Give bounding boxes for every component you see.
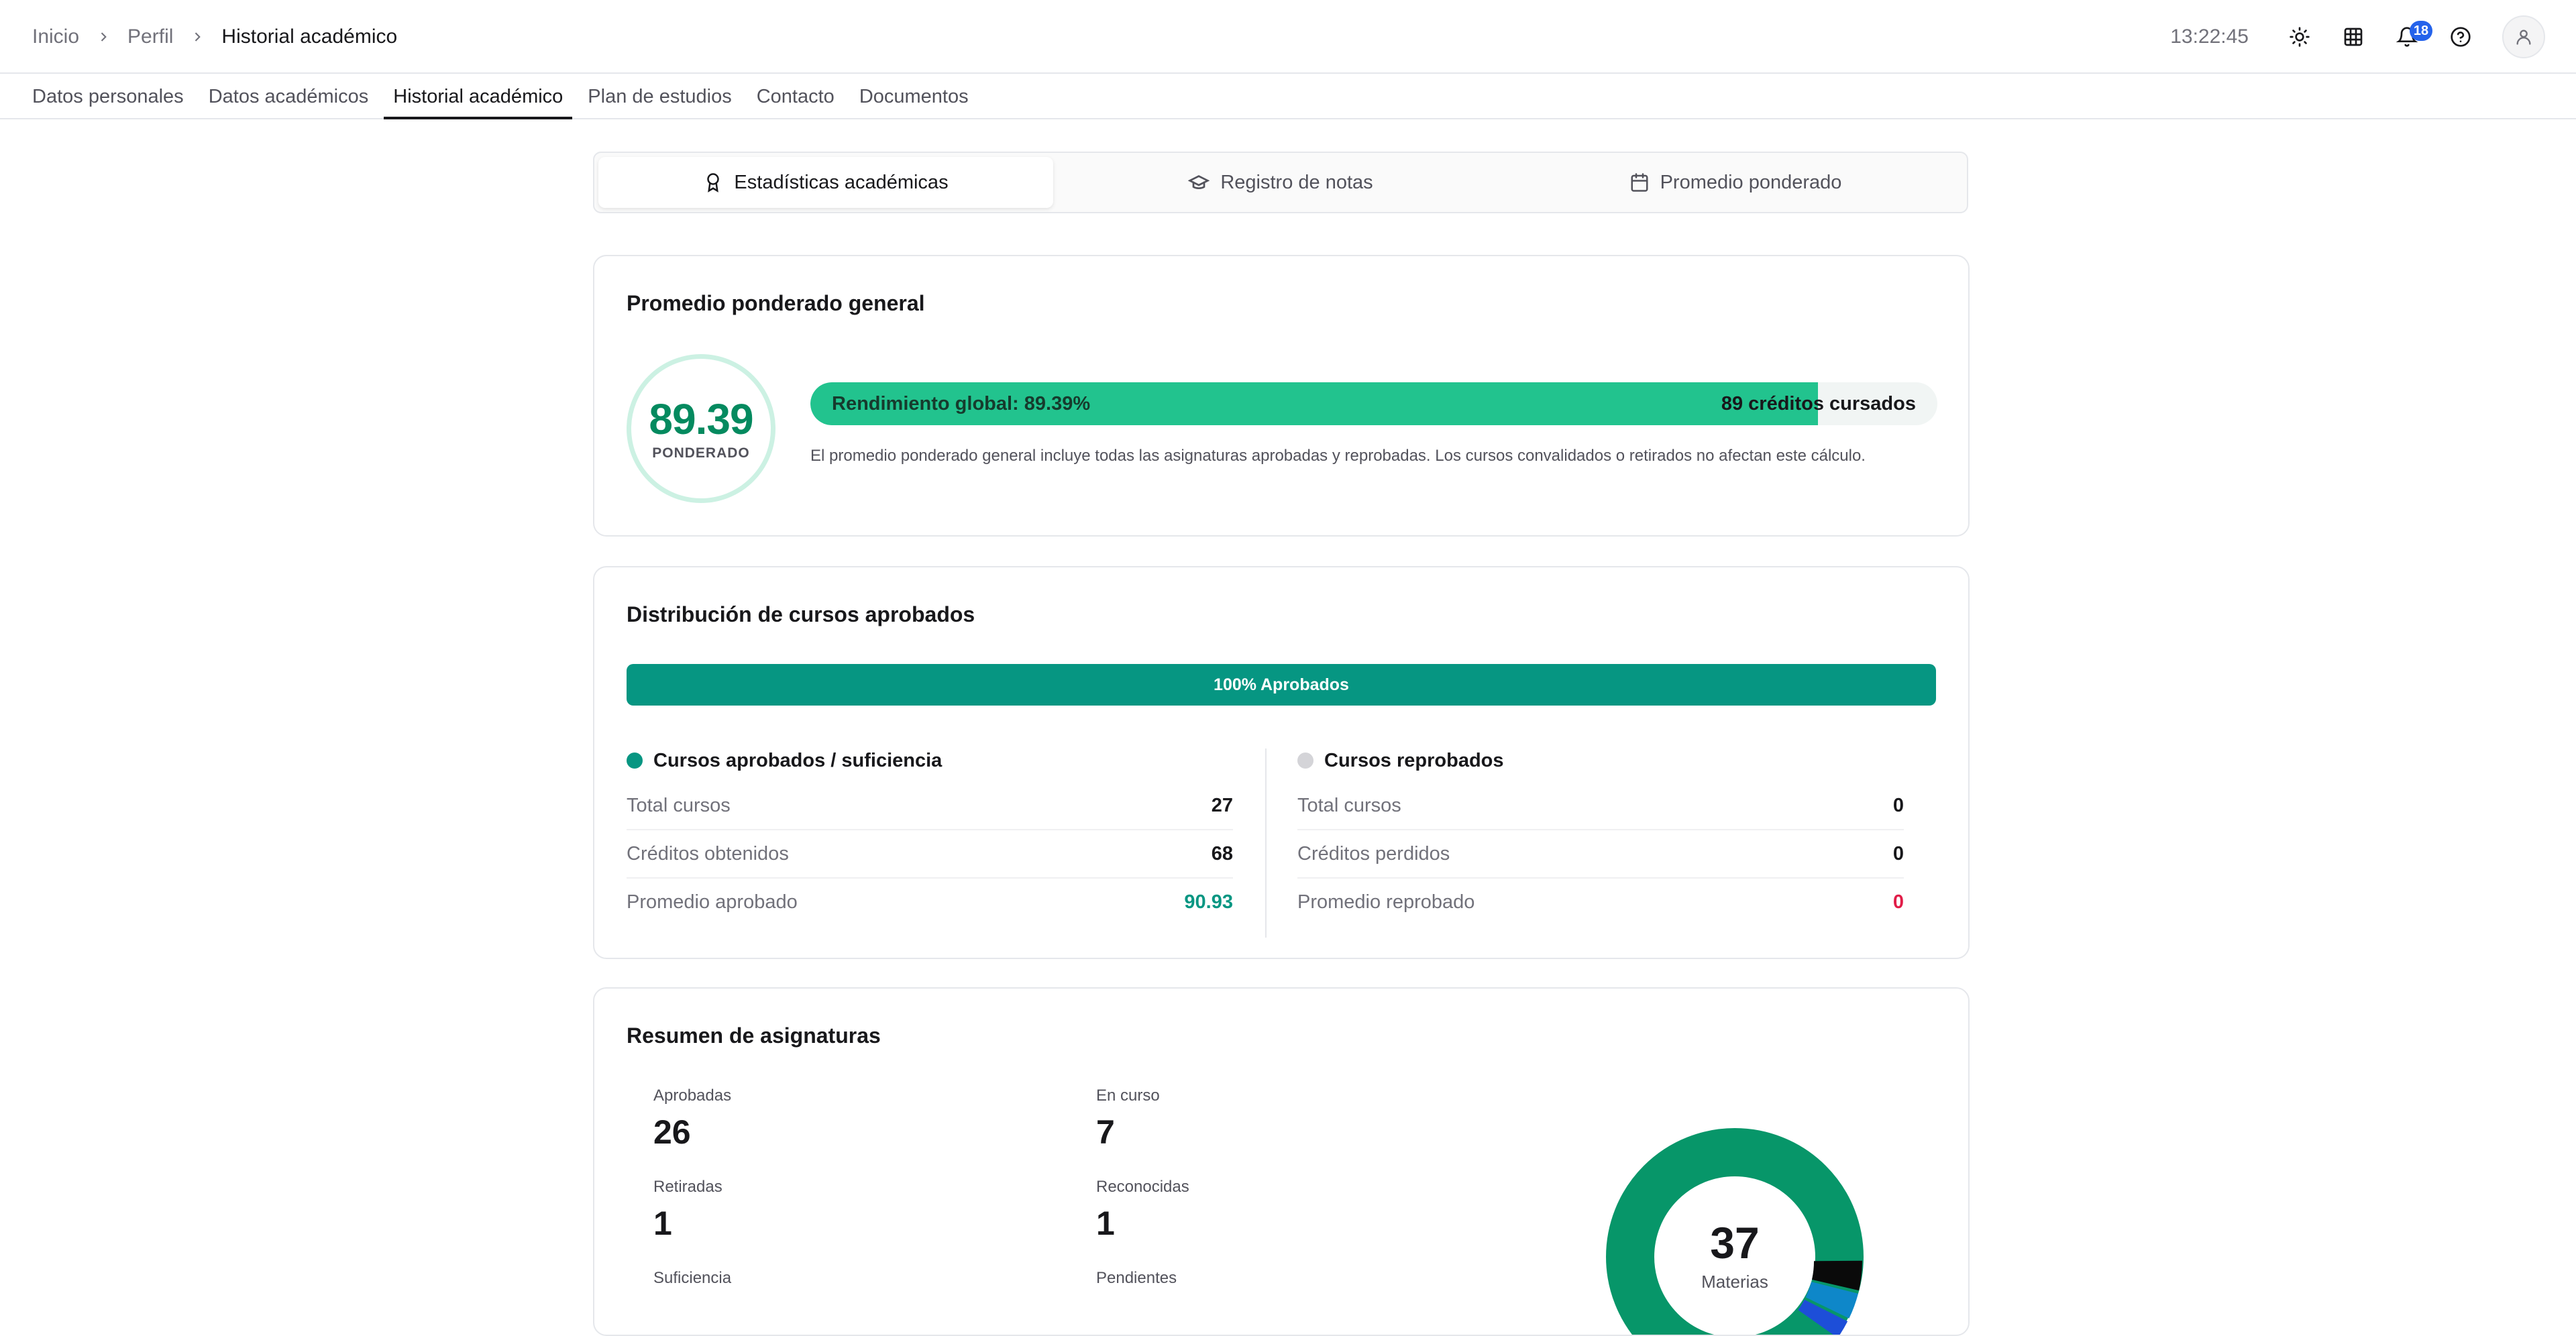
weighted-average-note: El promedio ponderado general incluye to… xyxy=(810,447,1866,465)
segment-promedio-ponderado[interactable]: Promedio ponderado xyxy=(1508,157,1963,208)
stat-label: Promedio reprobado xyxy=(1297,891,1475,913)
segment-estadisticas-label: Estadísticas académicas xyxy=(734,171,949,193)
failed-legend-dot xyxy=(1297,753,1313,769)
stat-value: 1 xyxy=(653,1205,672,1242)
summary-title: Resumen de asignaturas xyxy=(627,1023,881,1048)
segment-registro-notas-label: Registro de notas xyxy=(1220,171,1373,193)
approved-courses-heading: Cursos aprobados / suficiencia xyxy=(627,746,1233,775)
donut-segment-en-curso xyxy=(1805,1281,1858,1319)
donut-label: Materias xyxy=(1701,1272,1768,1292)
stat-row: Promedio reprobado 0 xyxy=(1297,879,1904,926)
breadcrumb-inicio[interactable]: Inicio xyxy=(32,25,79,48)
stat-row: Créditos perdidos 0 xyxy=(1297,830,1904,879)
stat-value: 27 xyxy=(1211,794,1233,816)
top-bar: Inicio Perfil Historial académico 13:22:… xyxy=(0,0,2576,74)
tab-contacto[interactable]: Contacto xyxy=(747,74,844,118)
stat-aprobadas: Aprobadas 26 xyxy=(653,1087,731,1151)
column-divider xyxy=(1265,748,1267,938)
stat-label: Total cursos xyxy=(1297,794,1401,816)
stat-value: 1 xyxy=(1096,1205,1115,1242)
stat-row: Créditos obtenidos 68 xyxy=(627,830,1233,879)
stat-label: Total cursos xyxy=(627,794,731,816)
stat-label: Reconocidas xyxy=(1096,1178,1189,1196)
global-performance-bar: Rendimiento global: 89.39% 89 créditos c… xyxy=(810,382,1937,425)
clock: 13:22:45 xyxy=(2170,25,2249,48)
stat-value: 0 xyxy=(1892,842,1904,865)
tab-documentos[interactable]: Documentos xyxy=(850,74,978,118)
approved-average-value: 90.93 xyxy=(1184,891,1233,913)
subjects-donut-chart: 37 Materias xyxy=(1606,1128,1864,1335)
stat-value: 68 xyxy=(1211,842,1233,865)
graduation-cap-icon xyxy=(1188,175,1210,189)
sun-icon xyxy=(2290,27,2310,47)
weighted-average-ring: 89.39 PONDERADO xyxy=(627,354,775,503)
theme-toggle-button[interactable] xyxy=(2273,10,2326,64)
segment-promedio-ponderado-label: Promedio ponderado xyxy=(1660,171,1842,193)
stat-pendientes: Pendientes xyxy=(1096,1269,1177,1288)
calendar-icon xyxy=(1631,173,1648,192)
chevron-right-icon xyxy=(97,30,110,44)
stat-value: 7 xyxy=(1096,1113,1115,1151)
tab-datos-academicos[interactable]: Datos académicos xyxy=(199,74,378,118)
stat-value: 0 xyxy=(1892,794,1904,816)
help-button[interactable] xyxy=(2434,10,2487,64)
tab-datos-personales[interactable]: Datos personales xyxy=(23,74,193,118)
failed-average-value: 0 xyxy=(1892,891,1904,913)
stat-row: Total cursos 27 xyxy=(627,782,1233,830)
donut-total: 37 xyxy=(1710,1218,1759,1268)
credits-taken-text: 89 créditos cursados xyxy=(1721,393,1916,414)
distribution-title: Distribución de cursos aprobados xyxy=(627,602,975,626)
global-performance-text: Rendimiento global: 89.39% xyxy=(832,393,1091,414)
segment-registro-notas[interactable]: Registro de notas xyxy=(1053,157,1508,208)
profile-tabs: Datos personales Datos académicos Histor… xyxy=(0,74,2576,119)
grid-icon xyxy=(2344,27,2363,46)
donut-segment-retiradas xyxy=(1811,1260,1862,1291)
stat-suficiencia: Suficiencia xyxy=(653,1269,731,1288)
stat-label: En curso xyxy=(1096,1087,1160,1105)
breadcrumb-perfil[interactable]: Perfil xyxy=(127,25,173,48)
stat-label: Aprobadas xyxy=(653,1087,732,1105)
approved-courses-heading-text: Cursos aprobados / suficiencia xyxy=(653,749,943,771)
approved-courses-column: Cursos aprobados / suficiencia Total cur… xyxy=(627,746,1233,926)
stat-label: Pendientes xyxy=(1096,1269,1177,1287)
donut-segment-reconocidas xyxy=(1798,1299,1848,1335)
failed-courses-heading-text: Cursos reprobados xyxy=(1324,749,1504,771)
stat-reconocidas: Reconocidas 1 xyxy=(1096,1178,1189,1242)
approved-legend-dot xyxy=(627,753,643,769)
summary-card: Resumen de asignaturas Aprobadas 26 En c… xyxy=(593,987,1970,1336)
notification-badge: 18 xyxy=(2410,21,2432,41)
failed-courses-column: Cursos reprobados Total cursos 0 Crédito… xyxy=(1297,746,1904,926)
segment-estadisticas[interactable]: Estadísticas académicas xyxy=(598,157,1053,208)
stat-label: Retiradas xyxy=(653,1178,722,1196)
breadcrumb-historial: Historial académico xyxy=(221,25,398,48)
tab-historial-academico[interactable]: Historial académico xyxy=(384,74,573,119)
apps-grid-button[interactable] xyxy=(2326,10,2380,64)
notifications-button[interactable]: 18 xyxy=(2380,10,2434,64)
stat-label: Créditos obtenidos xyxy=(627,842,789,865)
breadcrumb: Inicio Perfil Historial académico xyxy=(32,0,397,74)
failed-courses-heading: Cursos reprobados xyxy=(1297,746,1904,775)
stat-label: Promedio aprobado xyxy=(627,891,798,913)
weighted-average-card: Promedio ponderado general 89.39 PONDERA… xyxy=(593,255,1970,537)
stat-retiradas: Retiradas 1 xyxy=(653,1178,722,1242)
stat-row: Promedio aprobado 90.93 xyxy=(627,879,1233,926)
stat-label: Créditos perdidos xyxy=(1297,842,1450,865)
chevron-right-icon xyxy=(191,30,204,44)
weighted-average-value: 89.39 xyxy=(649,395,753,443)
award-icon xyxy=(707,173,720,192)
weighted-average-title: Promedio ponderado general xyxy=(627,291,925,315)
history-view-switcher: Estadísticas académicas Registro de nota… xyxy=(593,152,1968,213)
approval-distribution-bar: 100% Aprobados xyxy=(627,664,1936,706)
stat-value: 26 xyxy=(653,1113,691,1151)
weighted-average-label: PONDERADO xyxy=(652,445,750,461)
stat-en-curso: En curso 7 xyxy=(1096,1087,1160,1151)
stat-row: Total cursos 0 xyxy=(1297,782,1904,830)
user-avatar-button[interactable] xyxy=(2502,15,2545,58)
distribution-card: Distribución de cursos aprobados 100% Ap… xyxy=(593,566,1970,959)
tab-plan-de-estudios[interactable]: Plan de estudios xyxy=(578,74,741,118)
help-circle-icon xyxy=(2451,27,2471,47)
user-icon xyxy=(2516,30,2531,45)
stat-label: Suficiencia xyxy=(653,1269,732,1287)
